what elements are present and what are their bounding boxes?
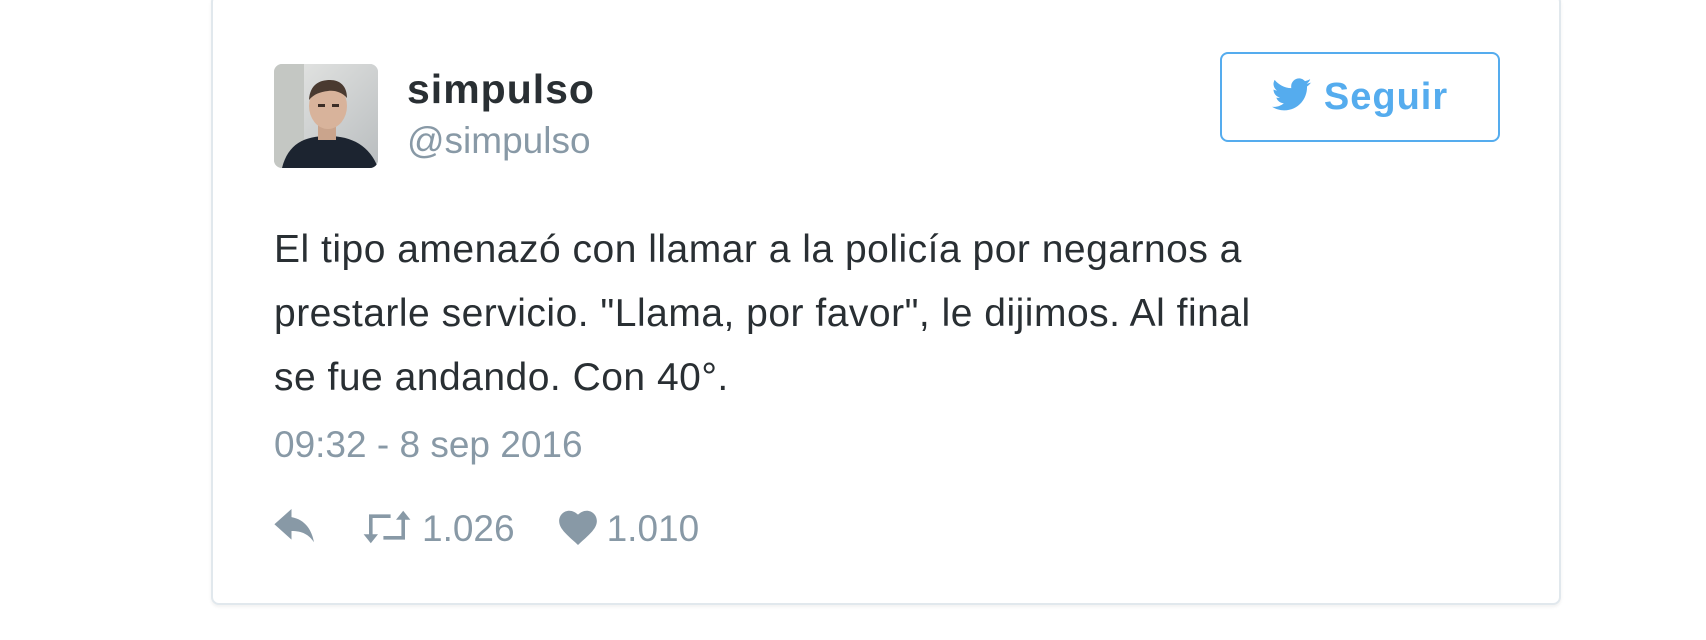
heart-icon bbox=[557, 509, 599, 550]
reply-button[interactable] bbox=[274, 508, 318, 550]
reply-icon bbox=[274, 508, 318, 550]
retweet-count: 1.026 bbox=[422, 508, 515, 549]
avatar-photo bbox=[274, 64, 378, 168]
tweet-text-line: El tipo amenazó con llamar a la policía … bbox=[274, 228, 1242, 271]
follow-button[interactable]: Seguir bbox=[1220, 52, 1500, 142]
like-count: 1.010 bbox=[606, 508, 700, 549]
tweet-timestamp[interactable]: 09:32 - 8 sep 2016 bbox=[274, 424, 583, 466]
retweet-button[interactable]: 1.026 bbox=[360, 508, 515, 550]
avatar[interactable] bbox=[274, 64, 378, 168]
retweet-icon bbox=[360, 509, 414, 550]
follow-button-label: Seguir bbox=[1323, 75, 1449, 118]
author-name[interactable]: simpulso bbox=[407, 66, 595, 113]
twitter-bird-icon bbox=[1271, 77, 1312, 117]
tweet-text: El tipo amenazó con llamar a la policía … bbox=[274, 218, 1454, 410]
tweet-actions: 1.026 1.010 bbox=[274, 504, 699, 554]
author-handle[interactable]: @simpulso bbox=[407, 120, 591, 162]
tweet-card: simpulso @simpulso Seguir El tipo amenaz… bbox=[211, 0, 1561, 605]
like-button[interactable]: 1.010 bbox=[557, 508, 700, 550]
tweet-text-line: se fue andando. Con 40°. bbox=[274, 356, 729, 399]
tweet-text-line: prestarle servicio. "Llama, por favor", … bbox=[274, 292, 1251, 335]
